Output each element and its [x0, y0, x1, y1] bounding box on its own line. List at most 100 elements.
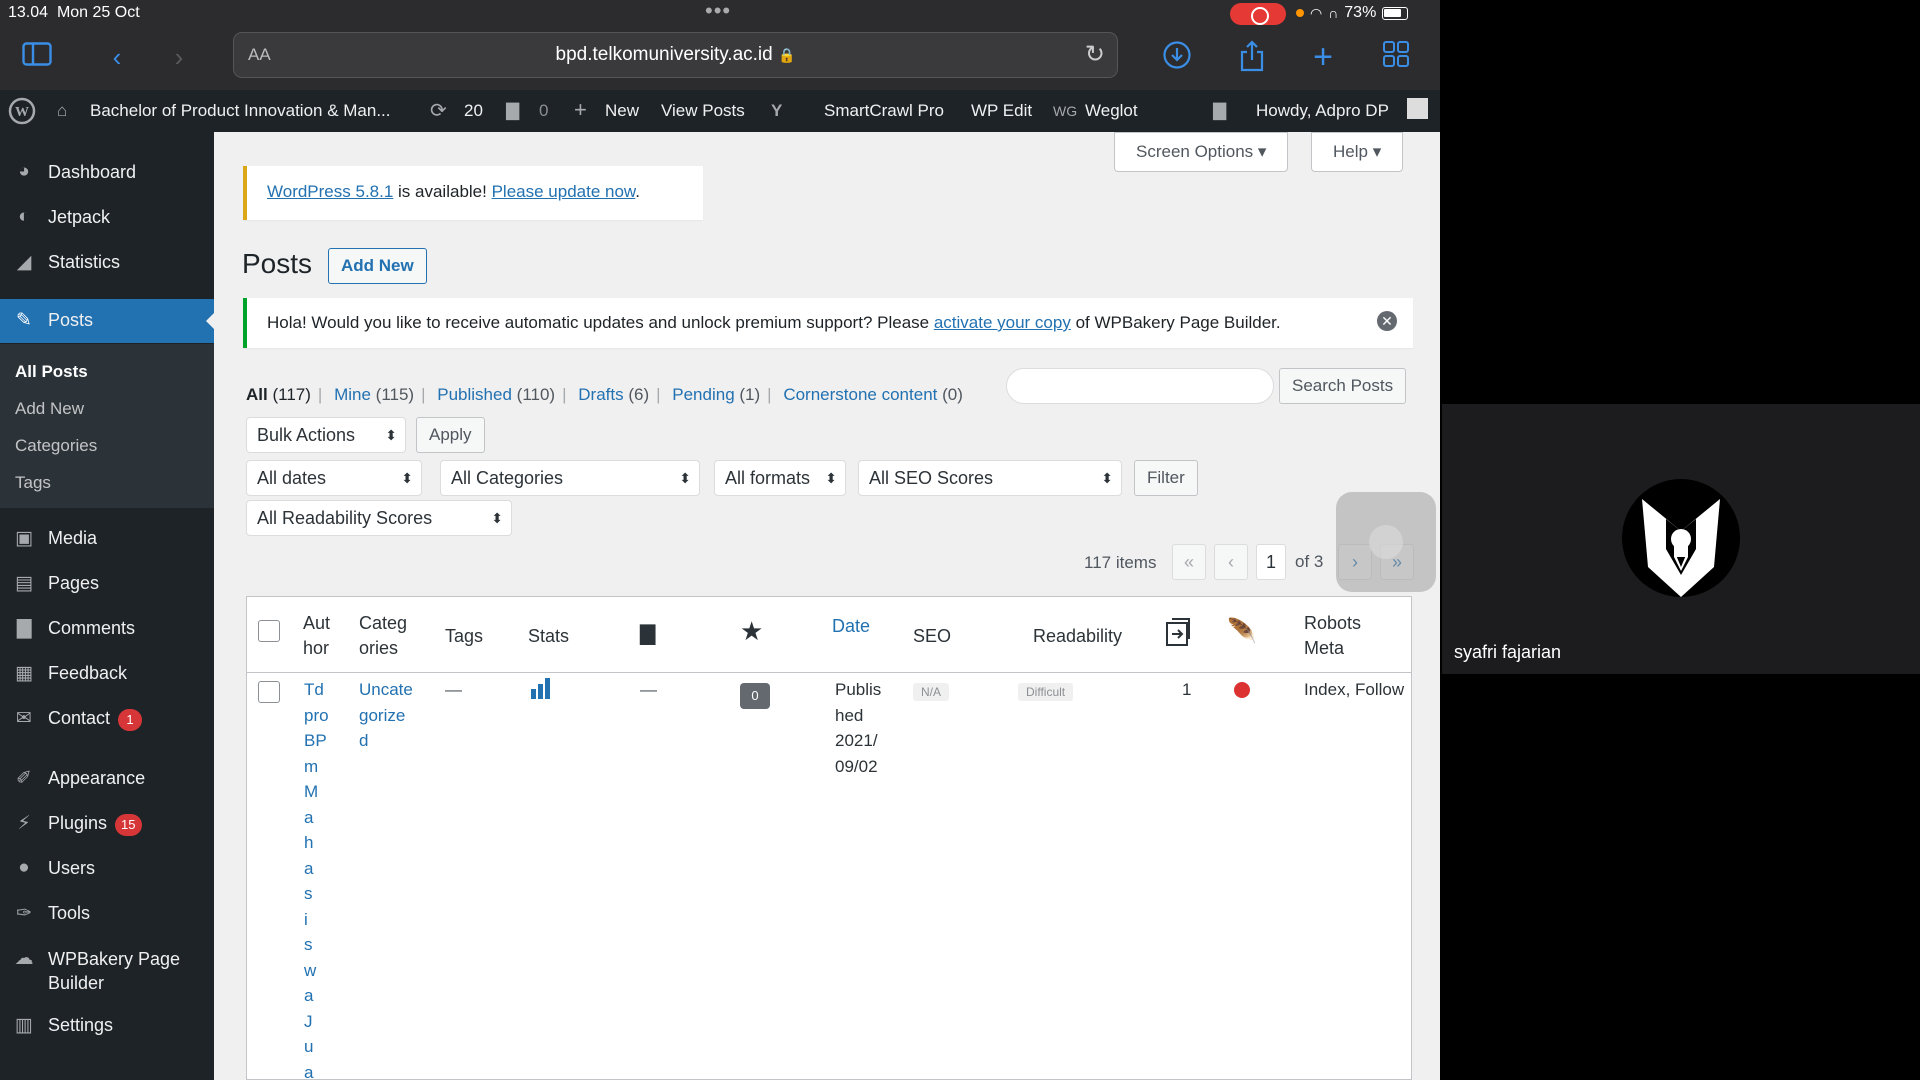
readability-select[interactable]: All Readability Scores ⬍	[246, 500, 512, 536]
screen-record-icon[interactable]	[1230, 3, 1286, 25]
seo-scores-select[interactable]: All SEO Scores ⬍	[858, 460, 1122, 496]
search-posts-button[interactable]: Search Posts	[1279, 368, 1407, 404]
menu-dashboard[interactable]: ◕ Dashboard	[0, 151, 214, 195]
filter-pending[interactable]: Pending (1)	[672, 385, 760, 404]
menu-pages[interactable]: ▤ Pages	[0, 562, 214, 606]
wp-edit-link[interactable]: WP Edit	[971, 101, 1032, 121]
filter-button[interactable]: Filter	[1134, 460, 1198, 496]
submenu-tags[interactable]: Tags	[15, 473, 51, 493]
menu-statistics[interactable]: ◢ Statistics	[0, 241, 214, 285]
formats-select[interactable]: All formats ⬍	[714, 460, 846, 496]
star-icon: ★	[740, 616, 764, 646]
menu-contact[interactable]: ✉ Contact 1	[0, 697, 214, 741]
update-now-link[interactable]: Please update now	[492, 182, 636, 201]
menu-appearance[interactable]: ✐ Appearance	[0, 757, 214, 801]
share-icon[interactable]	[1235, 40, 1269, 74]
posts-submenu: All Posts Add New Categories Tags	[0, 344, 214, 508]
filter-drafts[interactable]: Drafts (6)	[578, 385, 649, 404]
menu-jetpack[interactable]: ◐ Jetpack	[0, 196, 214, 240]
video-call-tile: syafri fajarian	[1442, 404, 1920, 674]
address-bar[interactable]: AA bpd.telkomuniversity.ac.id 🔒 ↻	[233, 32, 1118, 78]
new-link[interactable]: New	[605, 101, 639, 121]
update-notice: WordPress 5.8.1 is available! Please upd…	[243, 166, 703, 220]
filter-mine[interactable]: Mine (115)	[334, 385, 414, 404]
updates-count[interactable]: 20	[464, 101, 483, 121]
menu-plugins[interactable]: ⚡ Plugins 15	[0, 802, 214, 846]
col-seo[interactable]: SEO	[913, 624, 951, 649]
filter-all[interactable]: All (117)	[246, 385, 311, 404]
activate-copy-link[interactable]: activate your copy	[934, 313, 1071, 332]
site-name-link[interactable]: Bachelor of Product Innovation & Man...	[90, 101, 391, 121]
first-page-button[interactable]: «	[1172, 544, 1206, 580]
help-button[interactable]: Help ▾	[1311, 132, 1404, 172]
tabs-overview-icon[interactable]	[1379, 40, 1413, 74]
wordpress-version-link[interactable]: WordPress 5.8.1	[267, 182, 393, 201]
submenu-all-posts[interactable]: All Posts	[15, 362, 88, 382]
menu-users[interactable]: ● Users	[0, 847, 214, 891]
comments-icon[interactable]: ▇	[506, 101, 519, 121]
menu-media[interactable]: ▣ Media	[0, 517, 214, 561]
download-icon[interactable]	[1160, 40, 1194, 74]
menu-posts[interactable]: ✎ Posts	[0, 299, 214, 343]
smartcrawl-link[interactable]: SmartCrawl Pro	[824, 101, 944, 121]
filter-published[interactable]: Published (110)	[437, 385, 555, 404]
comments-column-icon[interactable]: ▇	[640, 622, 655, 647]
screen-options-button[interactable]: Screen Options ▾	[1114, 132, 1289, 172]
pages-icon: ▤	[15, 573, 33, 594]
seo-status-dot	[1234, 682, 1250, 698]
col-author[interactable]: Aut hor	[303, 611, 343, 661]
status-indicators: ◠ ∩ 73%	[1296, 4, 1409, 22]
dismiss-notice-icon[interactable]: ✕	[1377, 311, 1397, 331]
dates-select[interactable]: All dates ⬍	[246, 460, 422, 496]
col-readability[interactable]: Readability	[1033, 624, 1122, 649]
post-title-link[interactable]: Td pro BP m M a h a s i s w a J u a	[304, 677, 329, 1080]
categories-select[interactable]: All Categories ⬍	[440, 460, 700, 496]
col-date[interactable]: Date	[832, 614, 870, 639]
select-all-checkbox[interactable]	[258, 620, 280, 642]
user-avatar[interactable]	[1407, 98, 1428, 119]
dashboard-icon: ◕	[18, 161, 30, 182]
new-tab-icon[interactable]: +	[1306, 40, 1340, 74]
updates-icon[interactable]: ⟳	[430, 98, 447, 123]
menu-wpbakery[interactable]: ☁ WPBakery Page Builder	[0, 937, 214, 993]
apply-button[interactable]: Apply	[416, 417, 485, 453]
menu-settings[interactable]: ▥ Settings	[0, 1004, 214, 1048]
filter-cornerstone[interactable]: Cornerstone content (0)	[783, 385, 963, 404]
view-posts-link[interactable]: View Posts	[661, 101, 745, 121]
post-category-link[interactable]: Uncate gorize d	[359, 677, 413, 754]
wordpress-logo-icon[interactable]: W	[8, 97, 36, 130]
submenu-categories[interactable]: Categories	[15, 436, 97, 456]
status-time: 13.04 Mon 25 Oct	[8, 4, 140, 21]
forward-icon[interactable]: ›	[162, 40, 196, 74]
feedback-icon: ▦	[15, 663, 33, 684]
submenu-add-new[interactable]: Add New	[15, 399, 84, 419]
weglot-link[interactable]: Weglot	[1085, 101, 1138, 121]
bulk-actions-select[interactable]: Bulk Actions ⬍	[246, 417, 406, 453]
sidebar-toggle-icon[interactable]	[20, 40, 54, 74]
prev-page-button[interactable]: ‹	[1214, 544, 1248, 580]
row-checkbox[interactable]	[258, 681, 280, 703]
touch-indicator	[1336, 492, 1436, 592]
current-page-input[interactable]: 1	[1256, 544, 1286, 580]
comments-count[interactable]: 0	[539, 101, 548, 121]
mic-indicator-icon	[1296, 9, 1304, 17]
admin-sidebar: ◕ Dashboard ◐ Jetpack ◢ Statistics ✎ Posts A…	[0, 132, 214, 1080]
contact-badge: 1	[118, 709, 143, 731]
stats-bars-icon[interactable]	[530, 677, 552, 707]
howdy-link[interactable]: Howdy, Adpro DP	[1256, 101, 1389, 121]
menu-tools[interactable]: ✑ Tools	[0, 892, 214, 936]
menu-feedback[interactable]: ▦ Feedback	[0, 652, 214, 696]
add-new-button[interactable]: Add New	[328, 248, 427, 284]
yoast-icon[interactable]: Y	[771, 101, 782, 121]
tools-icon: ✑	[16, 903, 32, 924]
reload-icon[interactable]: ↻	[1085, 40, 1105, 69]
page-title: Posts	[242, 248, 313, 279]
search-posts-input[interactable]	[1006, 368, 1274, 404]
participant-name: syafri fajarian	[1454, 642, 1562, 662]
menu-comments[interactable]: ▇ Comments	[0, 607, 214, 651]
robots-meta-value: Index, Follow	[1304, 680, 1405, 699]
notification-icon[interactable]: ▇	[1213, 101, 1226, 121]
back-icon[interactable]: ‹	[100, 40, 134, 74]
multitask-dots-icon[interactable]: •••	[705, 0, 731, 24]
main-content: Screen Options ▾ Help ▾ WordPress 5.8.1 …	[214, 132, 1440, 1080]
